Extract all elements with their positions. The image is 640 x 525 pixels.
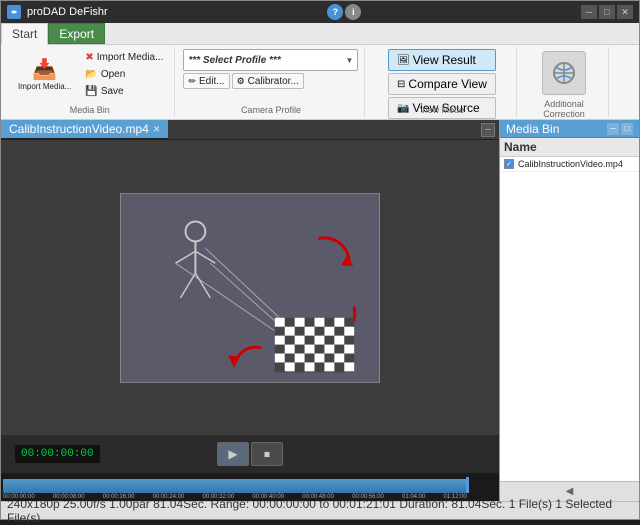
- timeline-clip: [3, 479, 467, 493]
- tab-start[interactable]: Start: [1, 23, 48, 45]
- video-tab-label: CalibInstructionVideo.mp4: [9, 122, 149, 136]
- media-bin-item[interactable]: ✓ CalibInstructionVideo.mp4: [500, 157, 639, 172]
- save-icon: 💾: [85, 86, 97, 97]
- view-mode-group-label: View Mode: [367, 105, 516, 115]
- view-result-button[interactable]: 🖼 View Result: [388, 49, 496, 71]
- edit-icon: ✏: [188, 76, 196, 87]
- additional-correction-label: Additional Correction: [534, 99, 594, 119]
- open-button[interactable]: 📂 Open: [80, 66, 168, 82]
- window-title: proDAD DeFishr: [27, 6, 108, 18]
- timeline[interactable]: 00:00:00:00 00:00:08:00 00:00:16:00 00:0…: [1, 473, 499, 501]
- time-display: 00:00:00:00: [15, 445, 100, 463]
- main-window: proDAD DeFishr ? i ─ □ ✕ Start Export: [0, 0, 640, 520]
- timeline-marker-8: 01:04:00: [402, 494, 425, 500]
- help-icons: ? i: [327, 4, 361, 20]
- import-label: Import Media...: [18, 82, 71, 91]
- timeline-marker-9: 01:12:00: [444, 494, 467, 500]
- controls-bar: 00:00:00:00 ▶ ⏹: [1, 435, 499, 473]
- ribbon-content: 📥 Import Media... ✖ Import Media... 📂 Op…: [1, 45, 639, 119]
- main-area: CalibInstructionVideo.mp4 ✕ ─: [1, 120, 639, 501]
- save-button[interactable]: 💾 Save: [80, 83, 168, 99]
- calibrator-button[interactable]: ⚙ Calibrator...: [232, 73, 304, 89]
- import-media-button[interactable]: 📥 Import Media...: [11, 49, 78, 101]
- clear-icon: ✖: [85, 52, 93, 63]
- minimize-button[interactable]: ─: [581, 5, 597, 19]
- additional-area: Additional Correction: [534, 49, 594, 121]
- video-panel: CalibInstructionVideo.mp4 ✕ ─: [1, 120, 499, 501]
- profile-dropdown-text: *** Select Profile ***: [188, 55, 345, 66]
- import-icon: 📥: [32, 60, 57, 80]
- video-frame: [120, 193, 380, 383]
- help-button[interactable]: ?: [327, 4, 343, 20]
- media-bin-header: Media Bin ─ □: [500, 120, 639, 138]
- timeline-marker-4: 00:00:32:00: [203, 494, 235, 500]
- compare-icon: ⊟: [397, 79, 405, 90]
- media-bin-panel: Media Bin ─ □ Name ✓ CalibInstructionVid…: [499, 120, 639, 501]
- profile-dropdown[interactable]: *** Select Profile *** ▼: [183, 49, 358, 71]
- media-bin-group-label: Media Bin: [5, 105, 174, 115]
- timeline-marker-0: 00:00:00:00: [3, 494, 35, 500]
- calib-video-content: [121, 193, 379, 383]
- ribbon-group-media-bin: 📥 Import Media... ✖ Import Media... 📂 Op…: [5, 47, 175, 117]
- ribbon: Start Export 📥 Import Media... ✖: [1, 23, 639, 120]
- stop-icon: ⏹: [264, 447, 270, 462]
- media-bin-name-column: Name: [504, 140, 537, 154]
- tab-export[interactable]: Export: [48, 23, 105, 44]
- window-controls: ─ □ ✕: [581, 5, 633, 19]
- additional-correction-icon: [542, 51, 586, 95]
- media-bin-column-header: Name: [500, 138, 639, 157]
- transport-controls: ▶ ⏹: [217, 442, 283, 466]
- timeline-marker-7: 00:00:56:00: [352, 494, 384, 500]
- media-bin-content: Name ✓ CalibInstructionVideo.mp4: [500, 138, 639, 481]
- media-bin-scroll-left[interactable]: ◀: [566, 486, 574, 497]
- dropdown-arrow-icon: ▼: [346, 56, 354, 65]
- video-tab-close-button[interactable]: ✕: [153, 124, 161, 135]
- view-mode-area: 🖼 View Result ⊟ Compare View 📷 View Sour…: [388, 49, 496, 131]
- media-bin-checkbox[interactable]: ✓: [504, 159, 514, 169]
- status-bar: 240x180p 25.00f/s 1.00par 81.04Sec. Rang…: [1, 501, 639, 519]
- ribbon-group-view-mode: 🖼 View Result ⊟ Compare View 📷 View Sour…: [367, 47, 517, 117]
- video-area: [1, 140, 499, 435]
- timeline-markers: 00:00:00:00 00:00:08:00 00:00:16:00 00:0…: [3, 494, 499, 500]
- ribbon-tabs: Start Export: [1, 23, 639, 45]
- timeline-marker-2: 00:00:16:00: [103, 494, 135, 500]
- close-button[interactable]: ✕: [617, 5, 633, 19]
- stop-button[interactable]: ⏹: [251, 442, 283, 466]
- titlebar: proDAD DeFishr ? i ─ □ ✕: [1, 1, 639, 23]
- clear-button[interactable]: ✖ Import Media...: [80, 49, 168, 65]
- media-bin-minimize-button[interactable]: ─: [607, 123, 619, 135]
- ribbon-group-camera-profile: *** Select Profile *** ▼ ✏ Edit... ⚙ Cal…: [177, 47, 365, 117]
- media-bin-header-controls: ─ □: [607, 123, 633, 135]
- timeline-end-marker: [466, 477, 469, 493]
- timeline-marker-3: 00:00:24:00: [153, 494, 185, 500]
- timeline-marker-6: 00:00:48:00: [302, 494, 334, 500]
- timeline-marker-5: 00:00:40:00: [252, 494, 284, 500]
- app-icon: [7, 5, 21, 19]
- edit-button[interactable]: ✏ Edit...: [183, 73, 229, 89]
- info-button[interactable]: i: [345, 4, 361, 20]
- view-result-icon: 🖼: [397, 55, 410, 66]
- media-bin-title: Media Bin: [506, 122, 559, 136]
- calibrator-icon: ⚙: [237, 76, 245, 87]
- camera-profile-group-label: Camera Profile: [177, 105, 364, 115]
- timeline-marker-1: 00:00:08:00: [53, 494, 85, 500]
- titlebar-left: proDAD DeFishr: [7, 5, 108, 19]
- play-icon: ▶: [228, 447, 237, 461]
- media-bin-filename: CalibInstructionVideo.mp4: [518, 159, 623, 169]
- profile-buttons: ✏ Edit... ⚙ Calibrator...: [183, 73, 358, 89]
- profile-area: *** Select Profile *** ▼ ✏ Edit... ⚙ Cal…: [183, 49, 358, 101]
- play-button[interactable]: ▶: [217, 442, 249, 466]
- media-small-buttons: ✖ Import Media... 📂 Open 💾 Save: [80, 49, 168, 111]
- maximize-button[interactable]: □: [599, 5, 615, 19]
- media-bin-float-button[interactable]: □: [621, 123, 633, 135]
- ribbon-group-additional-correction: Additional Correction: [519, 47, 609, 117]
- open-icon: 📂: [85, 69, 97, 80]
- compare-view-button[interactable]: ⊟ Compare View: [388, 73, 496, 95]
